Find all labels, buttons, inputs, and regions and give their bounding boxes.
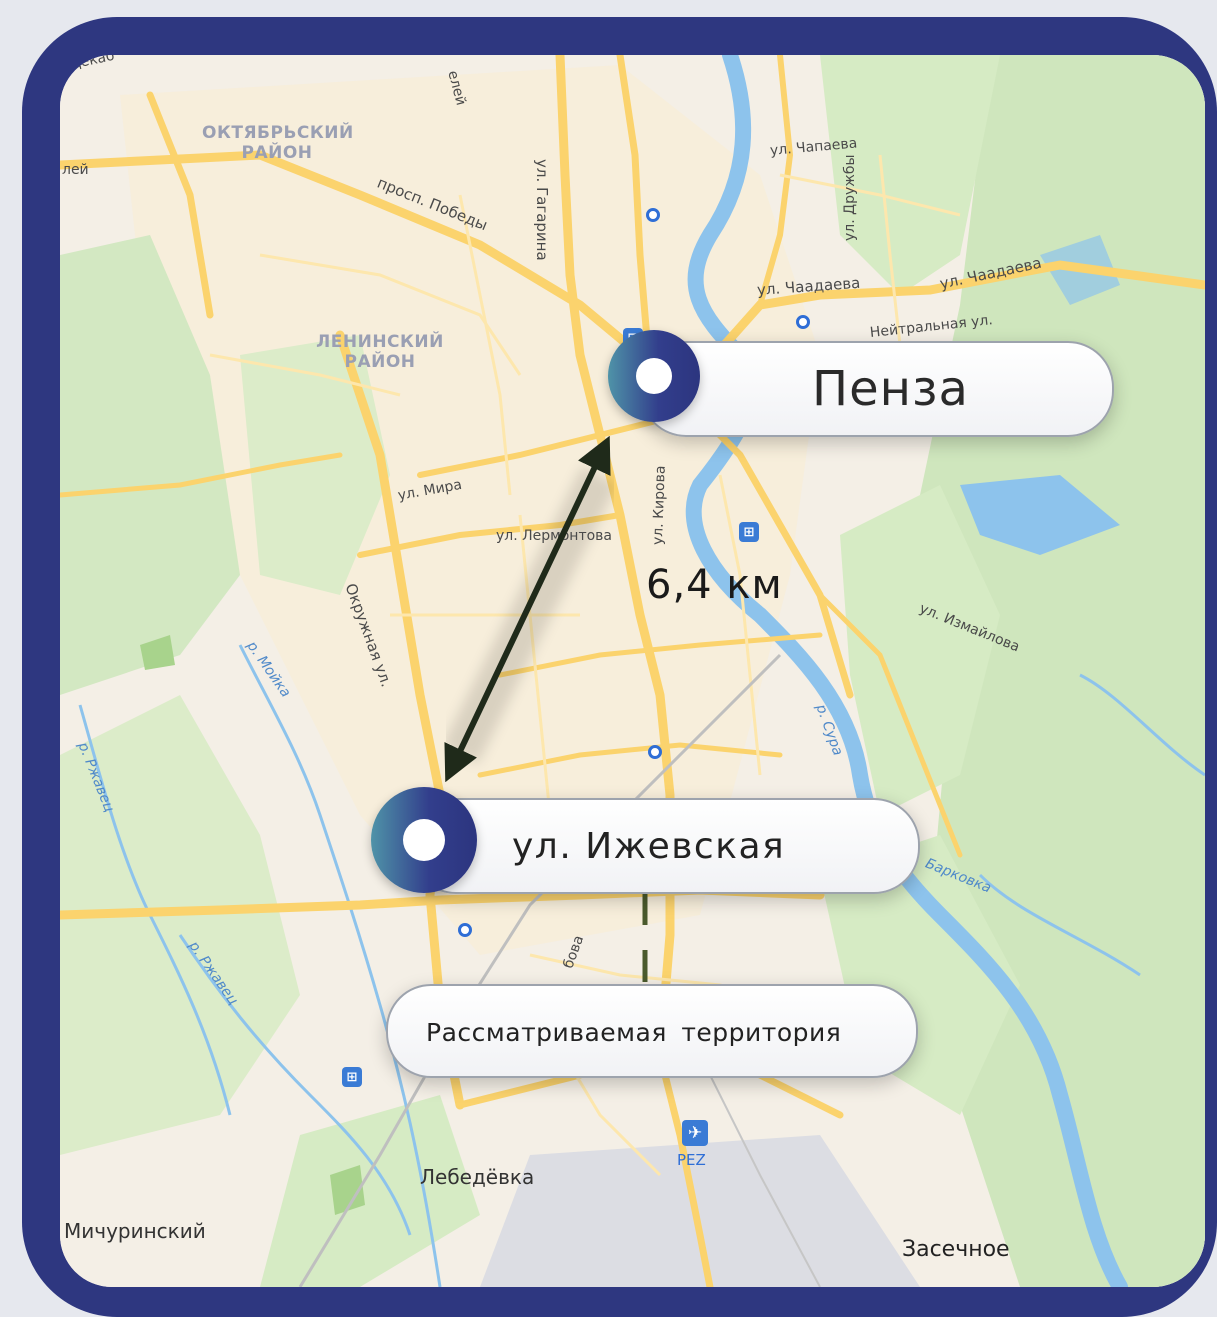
origin-marker-icon[interactable] bbox=[608, 330, 700, 422]
place-michurinsky-label: Мичуринский bbox=[64, 1219, 206, 1243]
station-icon[interactable]: ⊞ bbox=[739, 522, 759, 542]
street-druzhby-label: ул. Дружбы bbox=[842, 154, 858, 241]
airplane-icon[interactable]: ✈ bbox=[682, 1120, 708, 1146]
street-lei-label: лей bbox=[62, 162, 89, 178]
street-kirova-label: ул. Кирова bbox=[650, 465, 669, 546]
station-icon[interactable]: ⊞ bbox=[342, 1067, 362, 1087]
site-pill[interactable]: ул. Ижевская bbox=[410, 798, 920, 894]
district-oktyabrsky: ОКТЯБРЬСКИЙ РАЙОН bbox=[202, 123, 354, 163]
site-name: ул. Ижевская bbox=[512, 826, 786, 867]
map-base bbox=[60, 55, 1205, 1287]
origin-name: Пенза bbox=[812, 361, 969, 417]
map-canvas[interactable]: ОКТЯБРЬСКИЙ РАЙОН ЛЕНИНСКИЙ РАЙОН ул. Га… bbox=[60, 55, 1205, 1287]
site-marker-icon[interactable] bbox=[371, 787, 477, 893]
street-gagarina-label: ул. Гагарина bbox=[533, 159, 551, 261]
airport-code-label: PEZ bbox=[677, 1151, 706, 1169]
transit-dot-icon[interactable] bbox=[796, 315, 810, 329]
origin-pill[interactable]: Пенза bbox=[640, 341, 1114, 437]
place-lebedevka-label: Лебедёвка bbox=[420, 1165, 535, 1189]
area-label: Рассматриваемая территория bbox=[426, 1018, 842, 1047]
area-pill[interactable]: Рассматриваемая территория bbox=[386, 984, 918, 1078]
place-zasechnoe-label: Засечное bbox=[902, 1237, 1010, 1262]
district-leninsky: ЛЕНИНСКИЙ РАЙОН bbox=[316, 332, 444, 372]
transit-dot-icon[interactable] bbox=[648, 745, 662, 759]
transit-dot-icon[interactable] bbox=[646, 208, 660, 222]
transit-dot-icon[interactable] bbox=[458, 923, 472, 937]
street-lermontova-label: ул. Лермонтова bbox=[496, 528, 612, 544]
distance-label: 6,4 км bbox=[646, 562, 783, 608]
